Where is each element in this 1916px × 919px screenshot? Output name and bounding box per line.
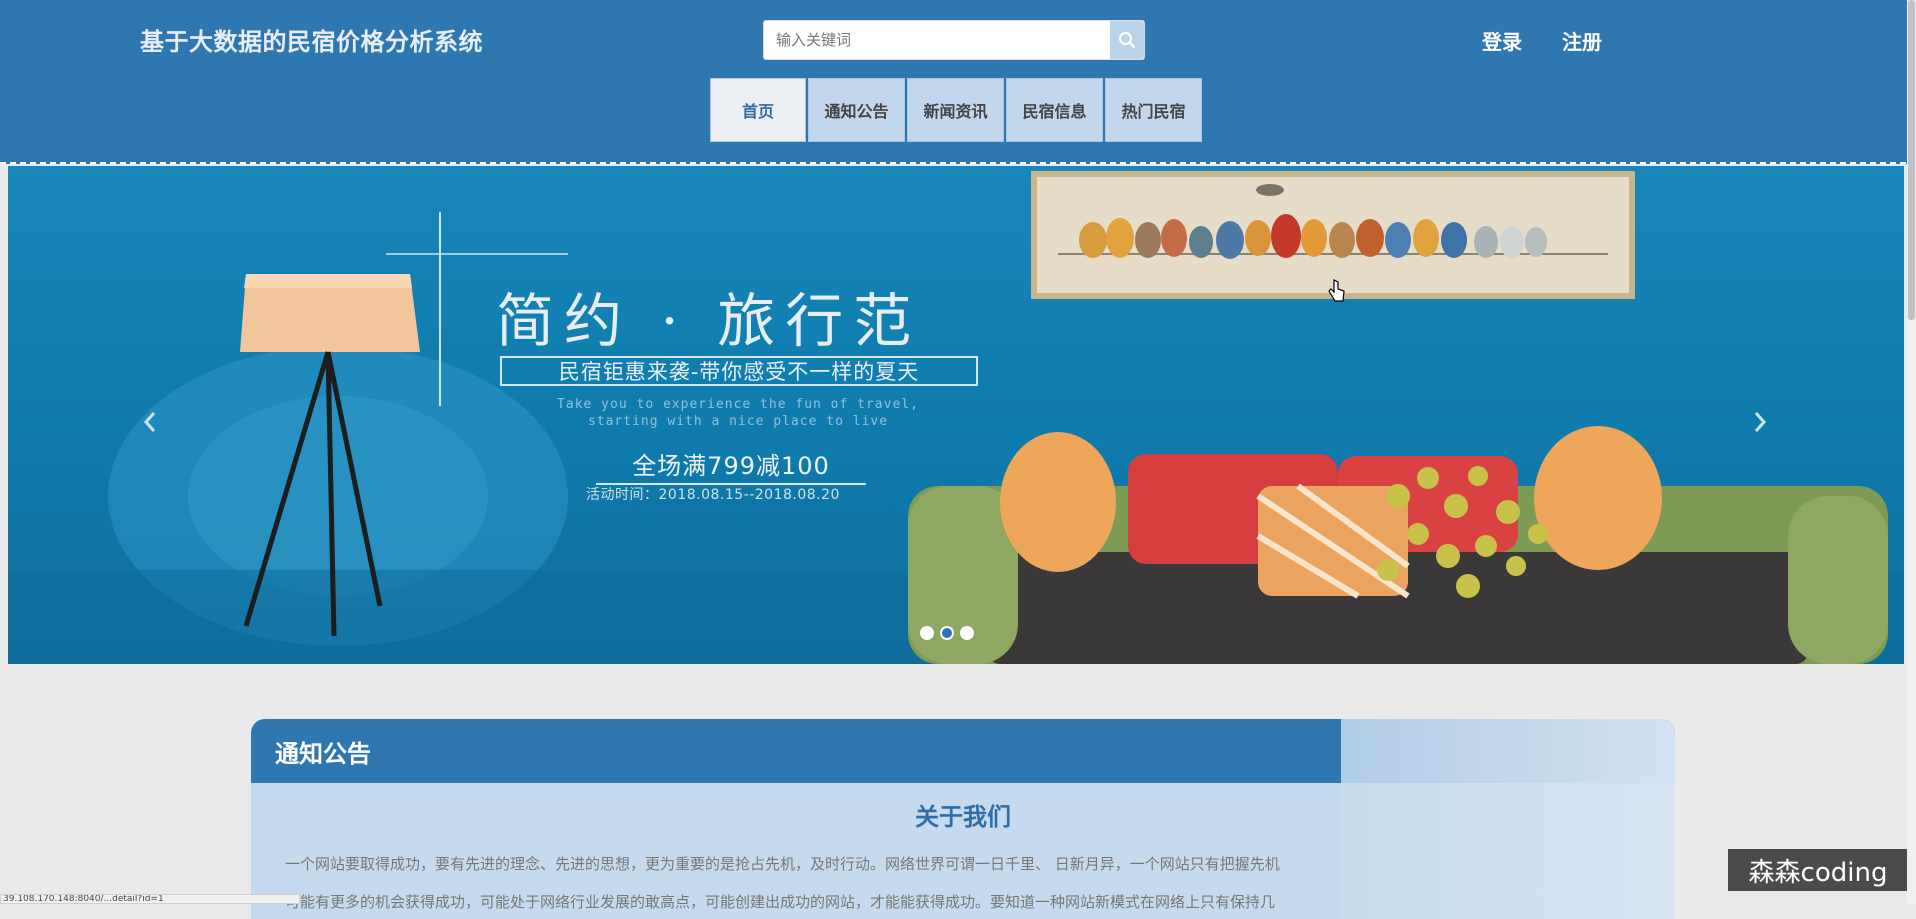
chevron-left-icon [143, 412, 156, 432]
banner-tagline: 民宿钜惠来袭-带你感受不一样的夏天 [500, 356, 978, 386]
carousel-dot-2[interactable] [940, 626, 954, 640]
site-title[interactable]: 基于大数据的民宿价格分析系统 [140, 22, 483, 57]
register-link[interactable]: 注册 [1562, 26, 1602, 55]
banner-promo: 全场满799减100 [596, 446, 866, 485]
page-scrollbar[interactable] [1907, 0, 1916, 904]
notice-panel: 通知公告 关于我们 一个网站要取得成功，要有先进的理念、先进的思想，更为重要的是… [251, 719, 1675, 919]
carousel-dots [920, 626, 974, 640]
nav-notices[interactable]: 通知公告 [808, 78, 905, 142]
carousel-dot-3[interactable] [960, 626, 974, 640]
banner-english-line2: starting with a nice place to live [587, 414, 889, 429]
notice-paragraph-1: 一个网站要取得成功，要有先进的理念、先进的思想，更为重要的是抢占先机，及时行动。… [285, 855, 1280, 873]
banner-headline: 简约 · 旅行范 [496, 287, 922, 355]
main-nav: 首页 通知公告 新闻资讯 民宿信息 热门民宿 [710, 78, 1202, 142]
banner-english-text: Take you to experience the fun of travel… [508, 396, 968, 430]
search-icon [1119, 32, 1135, 48]
banner-carousel[interactable]: 简约 · 旅行范 民宿钜惠来袭-带你感受不一样的夏天 Take you to e… [8, 166, 1904, 664]
notice-paragraph-2: 可能有更多的机会获得成功，可能处于网络行业发展的敢高点，可能创建出成功的网站，才… [285, 893, 1276, 911]
login-link[interactable]: 登录 [1482, 26, 1522, 55]
hand-cursor-icon [1328, 279, 1345, 302]
carousel-dot-1[interactable] [920, 626, 934, 640]
chevron-right-icon [1754, 412, 1767, 432]
browser-status-bar: 39.108.170.148:8040/...detail?id=1 [0, 894, 300, 904]
nav-home[interactable]: 首页 [710, 78, 806, 142]
nav-homestay-info[interactable]: 民宿信息 [1006, 78, 1103, 142]
carousel-prev-button[interactable] [138, 402, 162, 442]
notice-title: 通知公告 [275, 739, 371, 768]
search-button[interactable] [1110, 21, 1144, 59]
site-header: 基于大数据的民宿价格分析系统 登录 注册 首页 通知公告 新闻资讯 民宿信息 热… [0, 0, 1916, 164]
nav-news[interactable]: 新闻资讯 [907, 78, 1004, 142]
blurred-overlay [1341, 719, 1675, 919]
banner-english-line1: Take you to experience the fun of travel… [557, 397, 919, 412]
nav-hot-homestay[interactable]: 热门民宿 [1105, 78, 1202, 142]
search-input[interactable] [764, 21, 1112, 59]
search-box [763, 20, 1145, 60]
scrollbar-thumb[interactable] [1908, 0, 1915, 320]
banner-date: 活动时间：2018.08.15--2018.08.20 [586, 487, 840, 503]
carousel-next-button[interactable] [1748, 402, 1772, 442]
watermark: 森森coding [1728, 849, 1908, 891]
